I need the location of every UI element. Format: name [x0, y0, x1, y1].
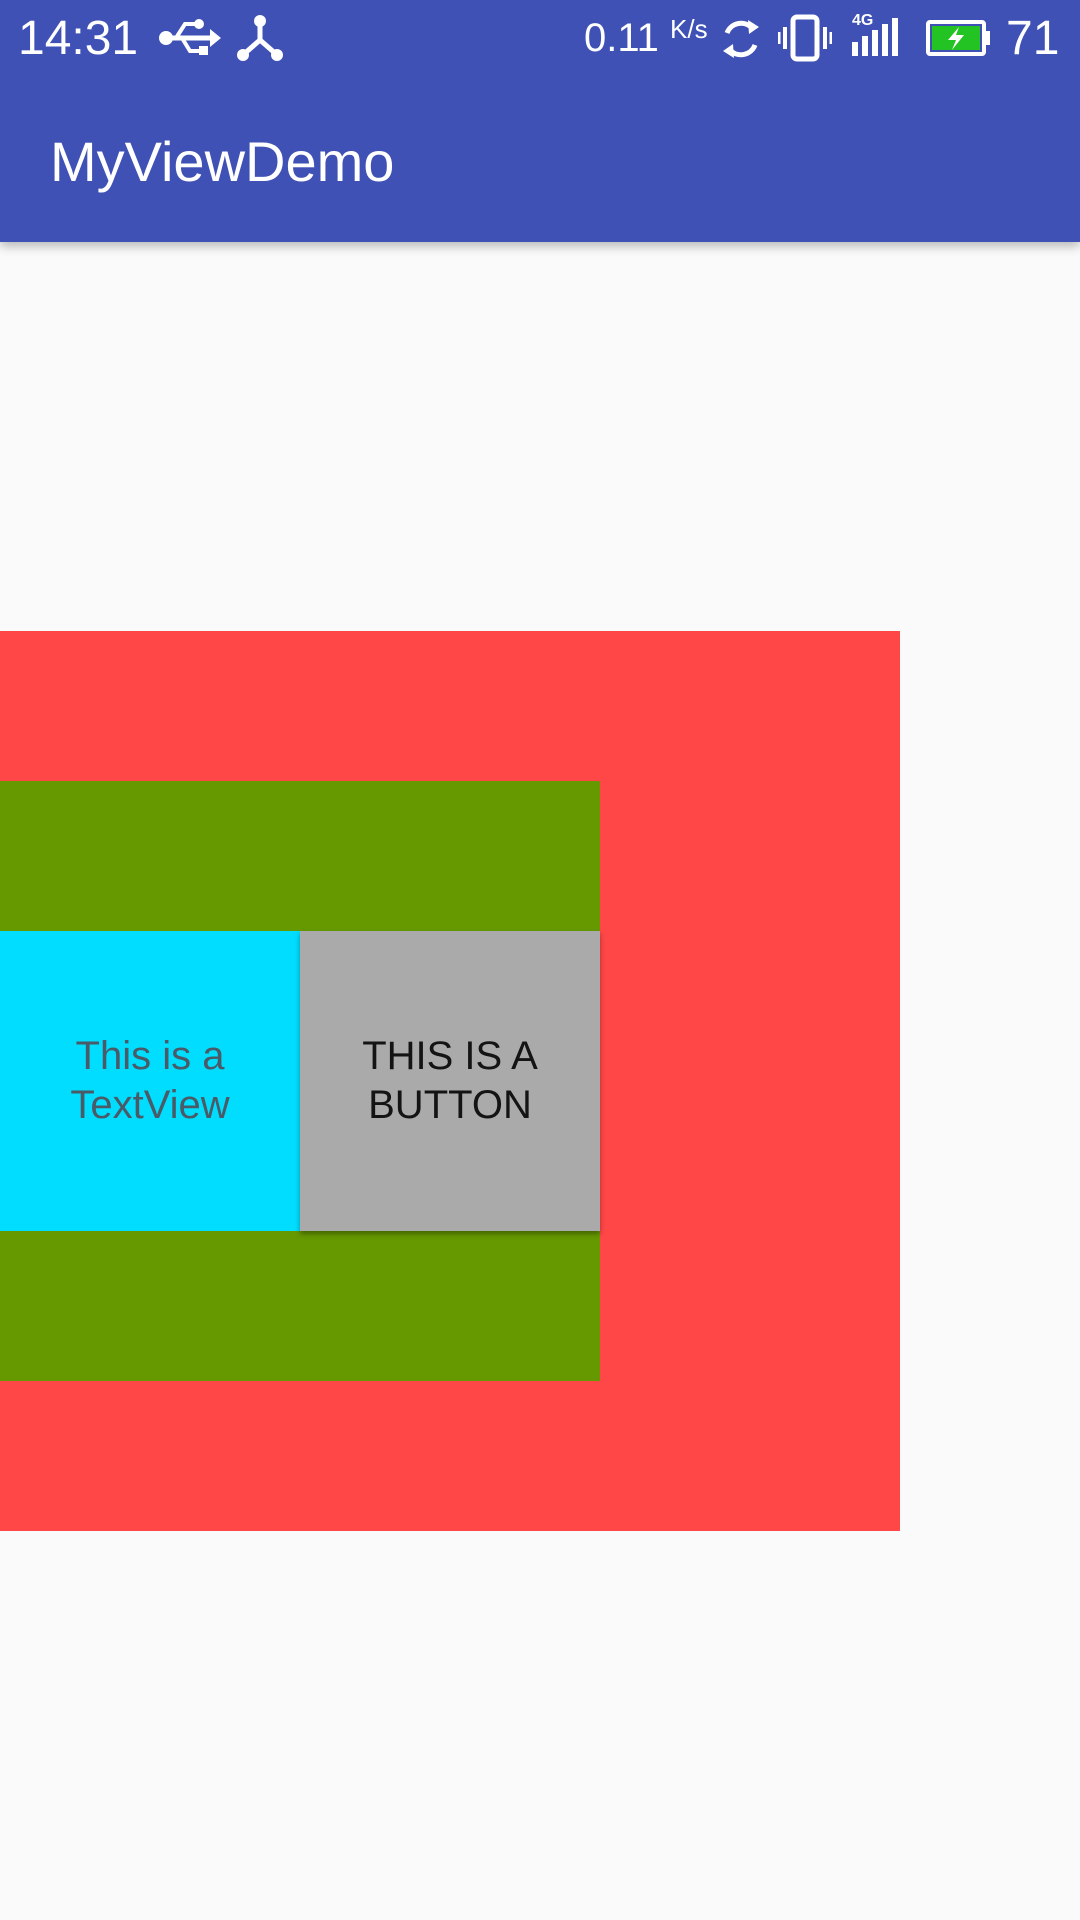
- vibrate-icon: [777, 14, 833, 67]
- status-time: 14:31: [18, 12, 139, 65]
- app-bar: 14:31 0.11 K/s 4G 71 MyViewDemo: [0, 0, 1080, 242]
- demo-button-label: THIS IS A BUTTON: [362, 1034, 538, 1127]
- share-icon: [236, 14, 284, 67]
- network-speed-unit: K/s: [670, 14, 708, 44]
- status-bar: 14:31 0.11 K/s 4G 71: [0, 0, 1080, 78]
- signal-icon: [850, 16, 906, 63]
- demo-button[interactable]: THIS IS A BUTTON: [300, 931, 600, 1231]
- text-view-label: This is a TextView: [70, 1034, 230, 1127]
- battery-level: 71: [1006, 12, 1060, 65]
- outer-view: This is a TextView THIS IS A BUTTON: [0, 631, 900, 1531]
- network-speed: 0.11: [584, 16, 659, 60]
- battery-charging-icon: [926, 20, 992, 61]
- usb-icon: [158, 16, 222, 65]
- sync-icon: [718, 16, 764, 67]
- text-view: This is a TextView: [0, 931, 300, 1231]
- app-title: MyViewDemo: [50, 130, 395, 193]
- middle-view: This is a TextView THIS IS A BUTTON: [0, 781, 600, 1381]
